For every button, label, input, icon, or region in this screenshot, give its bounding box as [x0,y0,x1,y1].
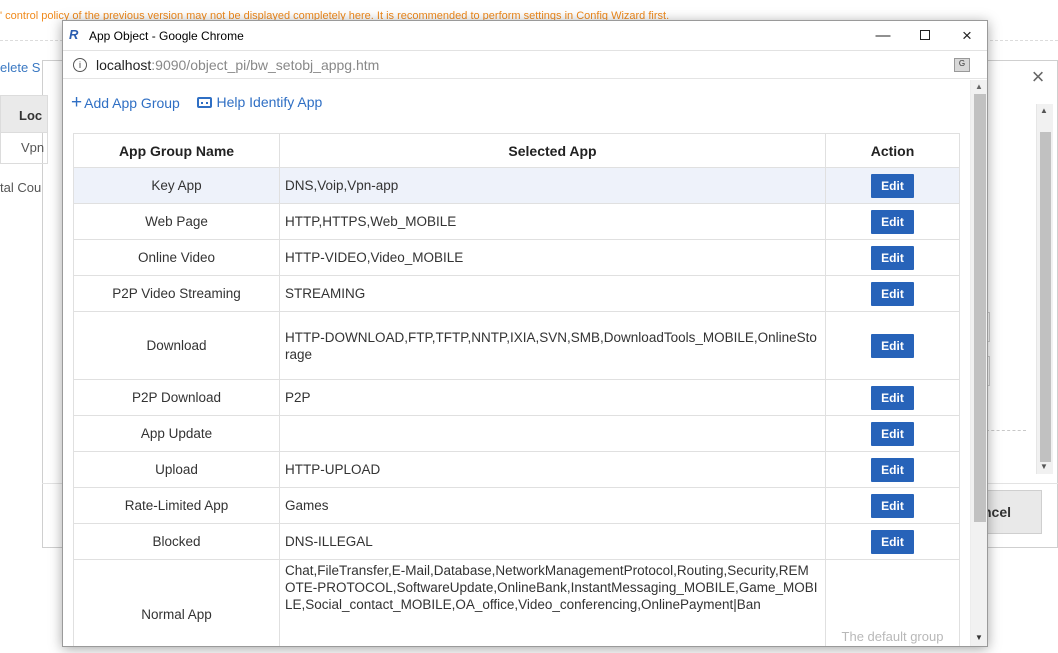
help-identify-app-link[interactable]: Help Identify App [197,94,322,110]
action-cell: Edit [825,239,960,276]
add-app-group-label: Add App Group [84,94,180,111]
scroll-thumb[interactable] [974,94,986,522]
selected-apps: DNS-ILLEGAL [279,523,826,560]
table-row[interactable]: Upload HTTP-UPLOAD Edit [73,451,960,488]
action-cell: Edit [825,311,960,380]
table-row[interactable]: P2P Download P2P Edit [73,379,960,416]
edit-button[interactable]: Edit [871,333,914,358]
table-row[interactable]: App Update Edit [73,415,960,452]
table-row[interactable]: Web Page HTTP,HTTPS,Web_MOBILE Edit [73,203,960,240]
background-close-icon[interactable]: × [1026,64,1050,90]
plus-icon: + [71,91,83,113]
translate-icon[interactable]: G [954,58,970,72]
maximize-icon [920,30,930,40]
action-cell: Edit [825,203,960,240]
selected-apps: Chat,FileTransfer,E-Mail,Database,Networ… [279,559,826,646]
edit-button[interactable]: Edit [871,457,914,482]
message-icon [197,96,213,108]
table-row[interactable]: Download HTTP-DOWNLOAD,FTP,TFTP,NNTP,IXI… [73,311,960,380]
action-cell: Edit [825,415,960,452]
minimize-button[interactable]: — [863,23,903,49]
page-content: + Add App Group Help Identify App App Gr… [63,80,969,646]
scroll-thumb[interactable] [1040,132,1051,462]
edit-button[interactable]: Edit [871,385,914,410]
action-cell: Edit [825,451,960,488]
column-header-selected-app: Selected App [279,133,826,168]
edit-button[interactable]: Edit [871,173,914,198]
selected-apps [279,415,826,452]
background-scrollbar[interactable]: ▲ ▼ [1036,104,1053,474]
background-table-row: Vpn [0,133,48,164]
action-cell: Edit [825,487,960,524]
selected-apps: HTTP,HTTPS,Web_MOBILE [279,203,826,240]
app-group-name: P2P Download [73,379,280,416]
action-cell: Edit [825,275,960,312]
table-row[interactable]: Rate-Limited App Games Edit [73,487,960,524]
column-header-app-group-name: App Group Name [73,133,280,168]
scroll-down-icon[interactable]: ▼ [1040,462,1048,471]
app-logo-icon: R [69,27,79,42]
app-group-name: Rate-Limited App [73,487,280,524]
app-group-name: Download [73,311,280,380]
app-group-name: P2P Video Streaming [73,275,280,312]
table-row[interactable]: P2P Video Streaming STREAMING Edit [73,275,960,312]
edit-button[interactable]: Edit [871,209,914,234]
address-bar[interactable]: i localhost:9090/object_pi/bw_setobj_app… [63,52,987,79]
app-group-name: Web Page [73,203,280,240]
selected-apps: HTTP-VIDEO,Video_MOBILE [279,239,826,276]
edit-button[interactable]: Edit [871,493,914,518]
app-group-name: Blocked [73,523,280,560]
url-text[interactable]: localhost:9090/object_pi/bw_setobj_appg.… [96,57,379,73]
scroll-down-icon[interactable]: ▼ [975,633,983,642]
action-cell: The default group cannot be edited [825,559,960,646]
action-cell: Edit [825,523,960,560]
table-row[interactable]: Online Video HTTP-VIDEO,Video_MOBILE Edi… [73,239,960,276]
column-header-action: Action [825,133,960,168]
app-group-name: Key App [73,167,280,204]
default-group-note: The default group cannot be edited [841,629,944,644]
edit-button[interactable]: Edit [871,245,914,270]
app-group-name: Upload [73,451,280,488]
edit-button[interactable]: Edit [871,421,914,446]
app-group-name: Online Video [73,239,280,276]
background-table-header: Loc [0,95,48,133]
selected-apps: HTTP-DOWNLOAD,FTP,TFTP,NNTP,IXIA,SVN,SMB… [279,311,826,380]
close-button[interactable]: × [947,23,987,49]
window-titlebar[interactable]: R App Object - Google Chrome — × [63,21,987,51]
selected-apps: DNS,Voip,Vpn-app [279,167,826,204]
table-row[interactable]: Normal App Chat,FileTransfer,E-Mail,Data… [73,559,960,646]
selected-apps: Games [279,487,826,524]
selected-apps: P2P [279,379,826,416]
app-group-name: App Update [73,415,280,452]
scroll-up-icon[interactable]: ▲ [1040,106,1048,115]
action-cell: Edit [825,379,960,416]
maximize-button[interactable] [905,23,945,49]
table-row[interactable]: Blocked DNS-ILLEGAL Edit [73,523,960,560]
app-group-name: Normal App [73,559,280,646]
app-object-window: R App Object - Google Chrome — × i local… [62,20,988,647]
scroll-up-icon[interactable]: ▲ [975,82,983,91]
app-group-table: App Group Name Selected App Action Key A… [73,133,960,646]
info-icon[interactable]: i [73,58,87,72]
url-host: localhost [96,57,152,73]
add-app-group-button[interactable]: + Add App Group [71,91,180,113]
background-total-count: tal Cou [0,180,42,195]
help-identify-app-label: Help Identify App [216,94,323,110]
background-divider [986,430,1026,431]
vertical-scrollbar[interactable]: ▲ ▼ [970,80,987,646]
window-title: App Object - Google Chrome [89,29,244,43]
url-path: :9090/object_pi/bw_setobj_appg.htm [151,57,380,73]
edit-button[interactable]: Edit [871,529,914,554]
selected-apps: STREAMING [279,275,826,312]
toolbar: + Add App Group Help Identify App [71,91,336,114]
background-cancel-button[interactable]: ncel [982,490,1042,534]
table-header-row: App Group Name Selected App Action [73,133,960,168]
selected-apps: HTTP-UPLOAD [279,451,826,488]
edit-button[interactable]: Edit [871,281,914,306]
background-delete-link[interactable]: elete S [0,60,40,75]
table-row[interactable]: Key App DNS,Voip,Vpn-app Edit [73,167,960,204]
action-cell: Edit [825,167,960,204]
